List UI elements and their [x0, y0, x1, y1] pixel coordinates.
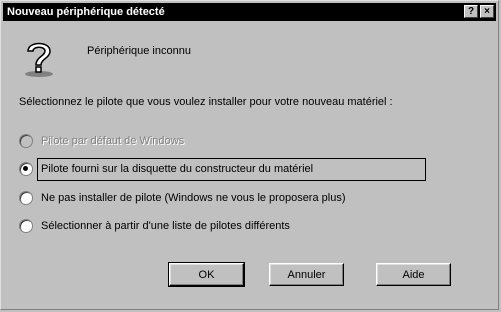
- option-label: Sélectionner à partir d'une liste de pil…: [41, 220, 290, 232]
- option-label: Pilote fourni sur la disquette du constr…: [41, 163, 314, 175]
- option-no-driver[interactable]: Ne pas installer de pilote (Windows ne v…: [19, 189, 346, 207]
- option-manufacturer-disk[interactable]: Pilote fourni sur la disquette du constr…: [19, 160, 313, 178]
- option-label: Pilote par défaut de Windows: [41, 135, 185, 147]
- radio-button[interactable]: [19, 219, 33, 233]
- option-label: Ne pas installer de pilote (Windows ne v…: [41, 192, 346, 204]
- title-bar-buttons: ? ×: [464, 5, 494, 18]
- device-label: Périphérique inconnu: [87, 45, 191, 57]
- window-title: Nouveau périphérique détecté: [7, 6, 165, 18]
- option-default-driver[interactable]: Pilote par défaut de Windows: [19, 132, 184, 150]
- dialog-window: Nouveau périphérique détecté ? × Périphé…: [0, 0, 499, 310]
- close-title-button[interactable]: ×: [480, 5, 494, 18]
- help-button[interactable]: Aide: [376, 263, 451, 286]
- radio-button[interactable]: [19, 191, 33, 205]
- help-title-button[interactable]: ?: [464, 5, 478, 18]
- ok-button[interactable]: OK: [168, 262, 245, 287]
- title-bar: Nouveau périphérique détecté ? ×: [3, 3, 496, 21]
- radio-button-selected[interactable]: [19, 162, 33, 176]
- radio-button[interactable]: [19, 134, 33, 148]
- instruction-text: Sélectionnez le pilote que vous voulez i…: [19, 96, 393, 108]
- cancel-button[interactable]: Annuler: [269, 263, 344, 286]
- question-mark-icon: [25, 42, 53, 77]
- option-driver-list[interactable]: Sélectionner à partir d'une liste de pil…: [19, 217, 290, 235]
